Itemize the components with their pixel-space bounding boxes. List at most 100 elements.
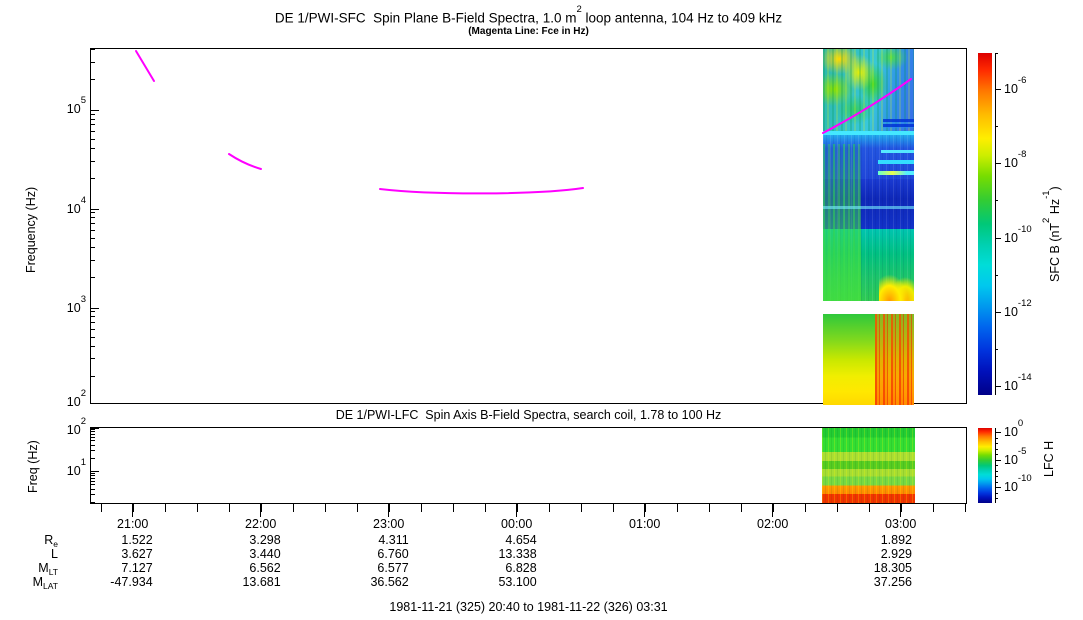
sfc-y-minor-tick — [91, 124, 95, 126]
lfc-colorbar-minor-tick — [995, 498, 998, 499]
lfc-y-major-tick — [91, 471, 99, 472]
lfc-colorbar-tick-label-exp: -10 — [1017, 473, 1032, 484]
table-row-label-main: L — [51, 547, 58, 561]
lfc-y-minor-tick — [91, 484, 95, 486]
lfc-y-minor-tick — [91, 494, 95, 495]
sfc-colorbar-tick-label-base: 10 — [1004, 231, 1018, 246]
lfc-colorbar-minor-tick — [995, 437, 998, 439]
sfc-y-minor-tick — [91, 130, 95, 132]
sfc-colorbar-tick-label-base: 10 — [1004, 305, 1018, 320]
sfc-y-tick-label-base: 10 — [66, 102, 81, 117]
table-cell: 1.892 — [880, 533, 912, 547]
lfc-y-tick-label: 101 — [36, 457, 86, 479]
sfc-y-minor-tick — [91, 229, 95, 231]
sfc-y-tick-label: 104 — [36, 195, 86, 216]
sfc-title-text-2: loop antenna, 104 Hz to 409 kHz — [581, 10, 783, 26]
sfc-colorbar — [978, 53, 992, 395]
sfc-y-minor-tick — [91, 217, 95, 219]
sfc-colorbar-minor-tick — [995, 200, 998, 201]
fce-line-segment-1 — [135, 50, 155, 82]
fce-line-segment-4 — [822, 78, 912, 134]
x-hour-label: 22:00 — [245, 517, 277, 531]
lfc-colorbar-tick-label: 100 — [1004, 418, 1023, 439]
sfc-colorbar-major-tick — [995, 163, 1001, 164]
lfc-colorbar-tick-label-base: 10 — [1004, 480, 1018, 495]
lfc-y-minor-tick — [91, 488, 95, 490]
sfc-colorbar-label-text: SFC B (nT — [1048, 222, 1063, 282]
table-row-label-main: M — [38, 561, 49, 575]
sfc-colorbar-minor-tick — [995, 349, 998, 350]
sfc-colorbar-tick-label: 10-6 — [1004, 75, 1026, 97]
lfc-colorbar-minor-tick — [995, 470, 998, 472]
x-hour-label: 01:00 — [629, 517, 661, 531]
sfc-y-tick-label-base: 10 — [66, 201, 81, 216]
sfc-y-minor-tick — [91, 346, 95, 348]
table-cell: 4.311 — [378, 533, 409, 547]
table-cell: -47.934 — [110, 575, 153, 589]
table-row-label: MLT — [0, 561, 58, 577]
fce-line-segment-2 — [228, 153, 262, 170]
lfc-y-tick-label-base: 10 — [66, 423, 81, 438]
lfc-y-minor-tick — [91, 444, 95, 446]
lfc-y-tick-label: 102 — [36, 416, 86, 438]
table-row-label: MLAT — [0, 575, 58, 591]
sfc-colorbar-axis — [995, 53, 996, 395]
table-cell: 6.760 — [377, 547, 409, 561]
sfc-y-minor-tick — [91, 223, 95, 225]
sfc-y-major-tick — [91, 307, 99, 309]
table-cell: 37.256 — [873, 575, 912, 589]
sfc-colorbar-label-text-2: Hz — [1048, 198, 1063, 218]
lfc-y-tick-label-exp: 2 — [80, 416, 86, 427]
lfc-colorbar-minor-tick — [995, 492, 998, 494]
table-cell: 3.627 — [121, 547, 153, 561]
sfc-colorbar-tick-label: 10-12 — [1004, 298, 1032, 320]
lfc-colorbar-tick-label-exp: 0 — [1017, 418, 1024, 429]
lfc-colorbar-tick-label-exp: -5 — [1017, 445, 1027, 457]
sfc-colorbar-tick-label-base: 10 — [1004, 82, 1018, 97]
sfc-colorbar-tick-label-base: 10 — [1004, 379, 1018, 394]
sfc-y-minor-tick — [91, 358, 95, 360]
sfc-title: DE 1/PWI-SFC Spin Plane B-Field Spectra,… — [90, 4, 967, 26]
table-cell: 2.929 — [880, 547, 912, 561]
x-hour-label: 21:00 — [117, 517, 149, 531]
sfc-colorbar-tick-label-exp: -12 — [1017, 298, 1032, 309]
sfc-colorbar-label: SFC B (nT2 Hz-1) — [1041, 186, 1063, 282]
table-cell: 3.440 — [249, 547, 281, 561]
spectrogram-page: DE 1/PWI-SFC Spin Plane B-Field Spectra,… — [0, 0, 1083, 620]
sfc-colorbar-tick-label: 10-10 — [1004, 224, 1032, 246]
sfc-colorbar-tick-label-exp: -10 — [1017, 224, 1032, 235]
sfc-y-minor-tick — [91, 316, 95, 318]
x-hour-label: 23:00 — [373, 517, 405, 531]
sfc-y-minor-tick — [91, 61, 95, 63]
sfc-y-tick-label: 105 — [36, 95, 86, 117]
table-row-label: Re — [0, 533, 58, 549]
lfc-colorbar-tick-label-base: 10 — [1004, 452, 1018, 467]
lfc-y-minor-tick — [91, 429, 95, 430]
table-row-label-main: R — [44, 533, 54, 547]
x-axis-minor-ticks — [101, 504, 966, 512]
sfc-y-minor-tick — [91, 118, 95, 120]
table-row-label-sub: LAT — [43, 581, 58, 591]
sfc-title-superscript: 2 — [576, 4, 582, 15]
sfc-y-minor-tick — [91, 148, 95, 150]
sfc-y-tick-label: 103 — [36, 294, 86, 315]
sfc-subtitle: (Magenta Line: Fce in Hz) — [468, 26, 589, 37]
lfc-y-minor-tick — [91, 475, 95, 477]
table-cell: 3.298 — [249, 533, 281, 547]
lfc-colorbar-major-tick — [995, 459, 1001, 461]
sfc-colorbar-tick-label-exp: -8 — [1017, 149, 1027, 160]
lfc-y-minor-tick — [91, 473, 95, 474]
x-hour-tick — [900, 504, 902, 517]
sfc-colorbar-label-sup1: 2 — [1041, 217, 1052, 223]
sfc-plot-area — [90, 48, 967, 405]
x-hour-tick — [516, 504, 518, 517]
sfc-colorbar-minor-tick — [995, 126, 998, 127]
x-hour-label: 02:00 — [757, 517, 789, 531]
lfc-colorbar-tick-label: 10-5 — [1004, 446, 1026, 467]
x-hour-tick — [772, 504, 774, 517]
x-hour-tick — [260, 504, 262, 517]
sfc-y-tick-label-base: 10 — [66, 300, 81, 315]
sfc-colorbar-minor-tick — [995, 275, 998, 276]
table-cell: 4.654 — [505, 533, 537, 547]
lfc-y-tick-label-base: 10 — [66, 464, 81, 479]
